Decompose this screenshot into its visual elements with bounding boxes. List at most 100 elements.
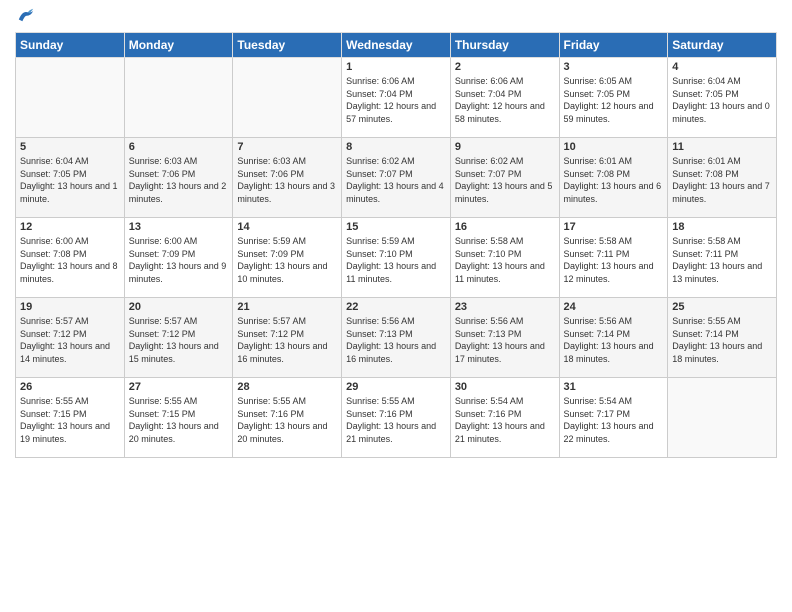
header-monday: Monday [124, 33, 233, 58]
calendar-week-3: 12 Sunrise: 6:00 AM Sunset: 7:08 PM Dayli… [16, 218, 777, 298]
day-number: 12 [20, 221, 120, 233]
day-info: Sunrise: 5:55 AM Sunset: 7:16 PM Dayligh… [237, 395, 337, 445]
day-number: 23 [455, 301, 555, 313]
header-tuesday: Tuesday [233, 33, 342, 58]
day-info: Sunrise: 5:55 AM Sunset: 7:14 PM Dayligh… [672, 315, 772, 365]
calendar-day [668, 378, 777, 458]
calendar-day: 9 Sunrise: 6:02 AM Sunset: 7:07 PM Daylig… [450, 138, 559, 218]
day-number: 9 [455, 141, 555, 153]
calendar-day: 24 Sunrise: 5:56 AM Sunset: 7:14 PM Dayli… [559, 298, 668, 378]
day-info: Sunrise: 6:04 AM Sunset: 7:05 PM Dayligh… [20, 155, 120, 205]
calendar-table: SundayMondayTuesdayWednesdayThursdayFrid… [15, 32, 777, 458]
calendar-day [16, 58, 125, 138]
day-number: 11 [672, 141, 772, 153]
calendar-day: 25 Sunrise: 5:55 AM Sunset: 7:14 PM Dayli… [668, 298, 777, 378]
day-info: Sunrise: 5:59 AM Sunset: 7:10 PM Dayligh… [346, 235, 446, 285]
calendar-day: 19 Sunrise: 5:57 AM Sunset: 7:12 PM Dayli… [16, 298, 125, 378]
day-number: 7 [237, 141, 337, 153]
day-info: Sunrise: 6:03 AM Sunset: 7:06 PM Dayligh… [237, 155, 337, 205]
day-info: Sunrise: 5:58 AM Sunset: 7:10 PM Dayligh… [455, 235, 555, 285]
calendar-day: 13 Sunrise: 6:00 AM Sunset: 7:09 PM Dayli… [124, 218, 233, 298]
calendar-week-5: 26 Sunrise: 5:55 AM Sunset: 7:15 PM Dayli… [16, 378, 777, 458]
day-info: Sunrise: 5:55 AM Sunset: 7:16 PM Dayligh… [346, 395, 446, 445]
day-number: 19 [20, 301, 120, 313]
logo-bird-icon [17, 8, 35, 22]
calendar-day: 29 Sunrise: 5:55 AM Sunset: 7:16 PM Dayli… [342, 378, 451, 458]
calendar-day: 30 Sunrise: 5:54 AM Sunset: 7:16 PM Dayli… [450, 378, 559, 458]
header-thursday: Thursday [450, 33, 559, 58]
day-info: Sunrise: 6:06 AM Sunset: 7:04 PM Dayligh… [455, 75, 555, 125]
day-number: 29 [346, 381, 446, 393]
day-number: 26 [20, 381, 120, 393]
day-info: Sunrise: 5:55 AM Sunset: 7:15 PM Dayligh… [129, 395, 229, 445]
calendar-day: 7 Sunrise: 6:03 AM Sunset: 7:06 PM Daylig… [233, 138, 342, 218]
day-info: Sunrise: 5:56 AM Sunset: 7:14 PM Dayligh… [564, 315, 664, 365]
calendar-day: 31Sunrise: 5:54 AM Sunset: 7:17 PM Dayli… [559, 378, 668, 458]
day-info: Sunrise: 6:03 AM Sunset: 7:06 PM Dayligh… [129, 155, 229, 205]
calendar-day: 18Sunrise: 5:58 AM Sunset: 7:11 PM Dayli… [668, 218, 777, 298]
calendar-day: 12 Sunrise: 6:00 AM Sunset: 7:08 PM Dayli… [16, 218, 125, 298]
day-info: Sunrise: 5:57 AM Sunset: 7:12 PM Dayligh… [129, 315, 229, 365]
day-info: Sunrise: 6:00 AM Sunset: 7:09 PM Dayligh… [129, 235, 229, 285]
day-info: Sunrise: 5:55 AM Sunset: 7:15 PM Dayligh… [20, 395, 120, 445]
header-saturday: Saturday [668, 33, 777, 58]
logo [15, 10, 35, 24]
calendar-day: 10 Sunrise: 6:01 AM Sunset: 7:08 PM Dayli… [559, 138, 668, 218]
calendar-day: 22Sunrise: 5:56 AM Sunset: 7:13 PM Dayli… [342, 298, 451, 378]
calendar-day: 5 Sunrise: 6:04 AM Sunset: 7:05 PM Daylig… [16, 138, 125, 218]
calendar-day: 17 Sunrise: 5:58 AM Sunset: 7:11 PM Dayli… [559, 218, 668, 298]
header-sunday: Sunday [16, 33, 125, 58]
calendar-week-1: 1 Sunrise: 6:06 AM Sunset: 7:04 PM Daylig… [16, 58, 777, 138]
day-info: Sunrise: 5:58 AM Sunset: 7:11 PM Dayligh… [564, 235, 664, 285]
day-info: Sunrise: 6:01 AM Sunset: 7:08 PM Dayligh… [672, 155, 772, 205]
calendar-day: 3 Sunrise: 6:05 AM Sunset: 7:05 PM Daylig… [559, 58, 668, 138]
day-info: Sunrise: 5:57 AM Sunset: 7:12 PM Dayligh… [237, 315, 337, 365]
calendar-week-4: 19 Sunrise: 5:57 AM Sunset: 7:12 PM Dayli… [16, 298, 777, 378]
calendar-day: 14Sunrise: 5:59 AM Sunset: 7:09 PM Dayli… [233, 218, 342, 298]
header-wednesday: Wednesday [342, 33, 451, 58]
calendar-header-row: SundayMondayTuesdayWednesdayThursdayFrid… [16, 33, 777, 58]
calendar-day: 11 Sunrise: 6:01 AM Sunset: 7:08 PM Dayli… [668, 138, 777, 218]
day-number: 20 [129, 301, 229, 313]
day-number: 15 [346, 221, 446, 233]
calendar-day: 4 Sunrise: 6:04 AM Sunset: 7:05 PM Daylig… [668, 58, 777, 138]
day-number: 28 [237, 381, 337, 393]
day-number: 2 [455, 61, 555, 73]
day-info: Sunrise: 5:58 AM Sunset: 7:11 PM Dayligh… [672, 235, 772, 285]
calendar-day: 16 Sunrise: 5:58 AM Sunset: 7:10 PM Dayli… [450, 218, 559, 298]
day-info: Sunrise: 5:57 AM Sunset: 7:12 PM Dayligh… [20, 315, 120, 365]
day-number: 17 [564, 221, 664, 233]
calendar-day: 1Sunrise: 6:06 AM Sunset: 7:04 PM Daylig… [342, 58, 451, 138]
calendar-day: 27 Sunrise: 5:55 AM Sunset: 7:15 PM Dayli… [124, 378, 233, 458]
day-info: Sunrise: 6:02 AM Sunset: 7:07 PM Dayligh… [455, 155, 555, 205]
day-number: 24 [564, 301, 664, 313]
calendar-day [124, 58, 233, 138]
day-number: 16 [455, 221, 555, 233]
day-info: Sunrise: 6:04 AM Sunset: 7:05 PM Dayligh… [672, 75, 772, 125]
day-info: Sunrise: 6:01 AM Sunset: 7:08 PM Dayligh… [564, 155, 664, 205]
day-number: 1 [346, 61, 446, 73]
day-number: 25 [672, 301, 772, 313]
day-number: 4 [672, 61, 772, 73]
day-info: Sunrise: 6:02 AM Sunset: 7:07 PM Dayligh… [346, 155, 446, 205]
day-info: Sunrise: 5:56 AM Sunset: 7:13 PM Dayligh… [455, 315, 555, 365]
day-info: Sunrise: 5:59 AM Sunset: 7:09 PM Dayligh… [237, 235, 337, 285]
calendar-day: 2 Sunrise: 6:06 AM Sunset: 7:04 PM Daylig… [450, 58, 559, 138]
day-number: 13 [129, 221, 229, 233]
calendar-day: 28 Sunrise: 5:55 AM Sunset: 7:16 PM Dayli… [233, 378, 342, 458]
day-number: 6 [129, 141, 229, 153]
page-container: SundayMondayTuesdayWednesdayThursdayFrid… [0, 0, 792, 466]
day-info: Sunrise: 6:05 AM Sunset: 7:05 PM Dayligh… [564, 75, 664, 125]
day-number: 10 [564, 141, 664, 153]
day-number: 8 [346, 141, 446, 153]
day-info: Sunrise: 5:54 AM Sunset: 7:16 PM Dayligh… [455, 395, 555, 445]
calendar-day [233, 58, 342, 138]
day-number: 30 [455, 381, 555, 393]
day-number: 27 [129, 381, 229, 393]
day-number: 31 [564, 381, 664, 393]
calendar-day: 26 Sunrise: 5:55 AM Sunset: 7:15 PM Dayli… [16, 378, 125, 458]
calendar-day: 21Sunrise: 5:57 AM Sunset: 7:12 PM Dayli… [233, 298, 342, 378]
day-number: 3 [564, 61, 664, 73]
day-info: Sunrise: 6:00 AM Sunset: 7:08 PM Dayligh… [20, 235, 120, 285]
day-number: 5 [20, 141, 120, 153]
